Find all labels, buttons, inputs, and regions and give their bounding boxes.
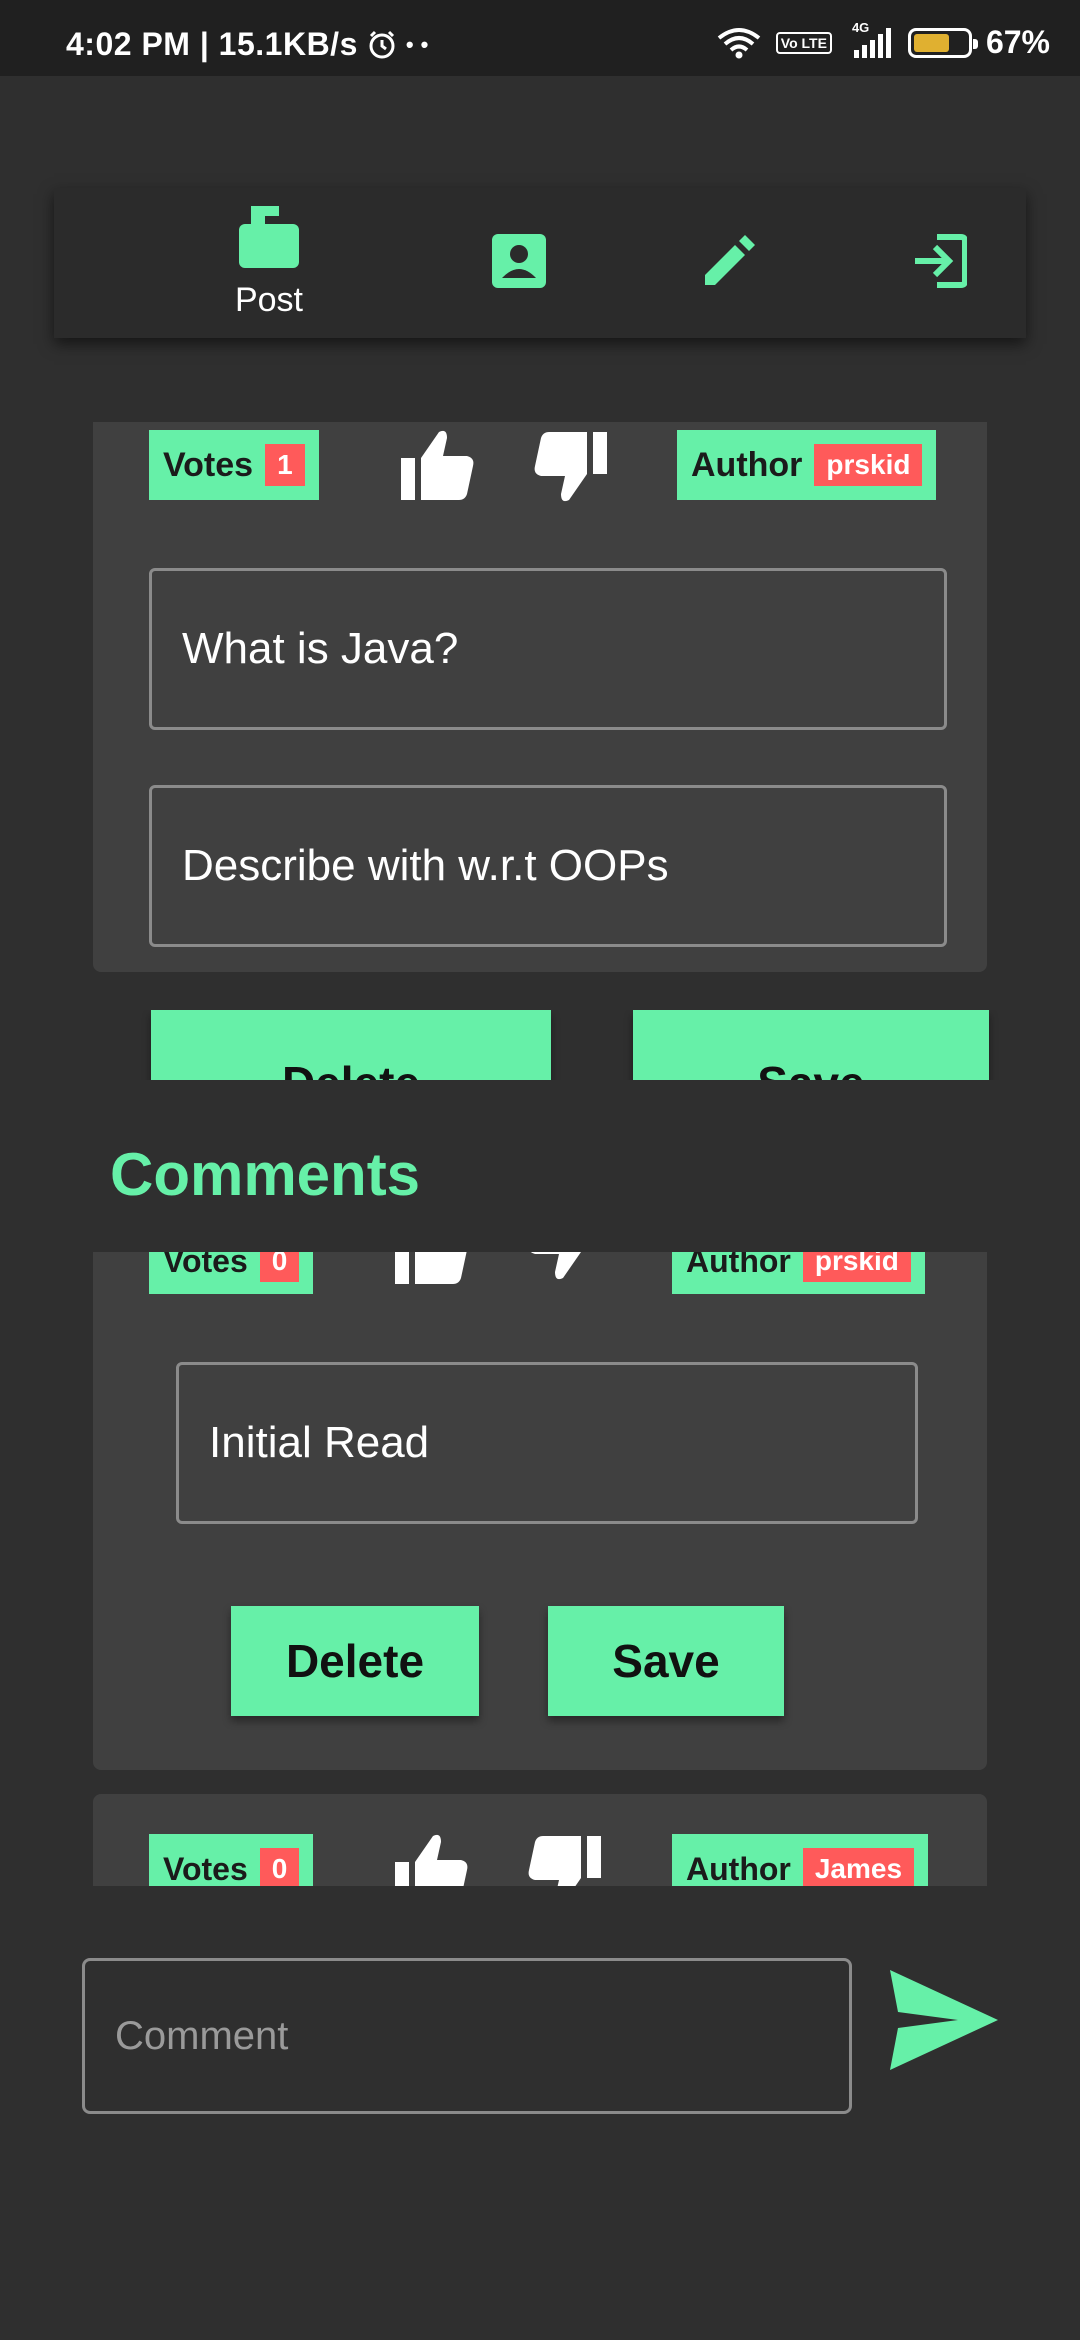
logout-icon <box>911 233 968 294</box>
nav-item-logout[interactable] <box>864 188 1014 338</box>
nav-item-post[interactable]: Post <box>164 188 374 338</box>
wifi-icon <box>716 26 762 60</box>
network-label: 4G <box>851 19 870 35</box>
comment-save-button[interactable]: Save <box>548 1606 784 1716</box>
comment-author-badge: prskid <box>802 1252 911 1282</box>
nav-item-edit[interactable] <box>654 188 804 338</box>
nav-label-post: Post <box>234 281 304 319</box>
post-card: Votes 1 Author prskid What is Java? Desc… <box>93 422 987 972</box>
comment-thumbs-down-icon[interactable] <box>527 1836 601 1886</box>
author-label: Author <box>691 445 803 484</box>
post-actions: Delete Save <box>0 1010 1080 1084</box>
nav-item-profile[interactable] <box>444 188 594 338</box>
battery-icon <box>907 27 978 58</box>
status-bar: 4:02 PM | 15.1KB/s • • Vo LTE 4G 67% <box>0 0 1080 76</box>
votes-chip: Votes 1 <box>149 430 319 500</box>
author-name-badge: prskid <box>814 444 923 486</box>
post-save-button[interactable]: Save <box>633 1010 989 1084</box>
battery-percent: 67% <box>985 24 1050 60</box>
comments-title: Comments <box>110 1141 421 1208</box>
comment-card: Votes 0 Author prskid Initial Read Delet… <box>93 1252 987 1770</box>
comment-author-badge: James <box>802 1848 915 1886</box>
comment-thumbs-up-icon[interactable] <box>395 1252 469 1289</box>
volte-icon: Vo LTE <box>775 31 832 54</box>
comment-author-label: Author <box>686 1252 791 1279</box>
status-right: Vo LTE 4G 67% <box>716 20 1050 61</box>
post-icon <box>239 206 299 273</box>
dots-icon: • • <box>405 31 429 57</box>
top-nav: Post <box>54 188 1026 338</box>
post-title-field[interactable]: What is Java? <box>149 568 947 730</box>
edit-icon <box>701 233 757 294</box>
post-description-field[interactable]: Describe with w.r.t OOPs <box>149 785 947 947</box>
comment-input[interactable]: Comment <box>82 1958 852 2114</box>
comment-author-chip: Author prskid <box>672 1252 925 1294</box>
comment-author-chip: Author James <box>672 1834 929 1887</box>
battery-level <box>913 33 949 52</box>
comment-votes-chip: Votes 0 <box>149 1252 314 1294</box>
comment-delete-button[interactable]: Delete <box>231 1606 479 1716</box>
status-left: 4:02 PM | 15.1KB/s • • <box>66 26 429 63</box>
author-chip: Author prskid <box>677 430 937 500</box>
votes-label: Votes <box>163 445 254 484</box>
votes-count-badge: 1 <box>265 444 305 486</box>
thumbs-up-icon[interactable] <box>401 428 475 505</box>
signal-icon: 4G <box>846 20 894 58</box>
comment-thumbs-up-icon[interactable] <box>395 1832 469 1886</box>
comment-votes-badge: 0 <box>259 1252 300 1282</box>
comment-thumbs-down-icon[interactable] <box>527 1252 601 1287</box>
thumbs-down-icon[interactable] <box>533 432 607 509</box>
comment-card: Votes 0 Author James <box>93 1794 987 1886</box>
send-icon[interactable] <box>888 1968 1000 2077</box>
comment-votes-badge: 0 <box>259 1848 300 1886</box>
comment-votes-label: Votes <box>163 1252 248 1279</box>
comment-votes-chip: Votes 0 <box>149 1834 314 1887</box>
post-delete-button[interactable]: Delete <box>151 1010 551 1084</box>
status-time-speed: 4:02 PM | 15.1KB/s <box>66 26 358 62</box>
alarm-icon <box>366 29 398 61</box>
comment-votes-label: Votes <box>163 1850 248 1887</box>
profile-icon <box>492 233 546 293</box>
comment-text-field[interactable]: Initial Read <box>176 1362 918 1524</box>
comment-author-label: Author <box>686 1850 791 1887</box>
